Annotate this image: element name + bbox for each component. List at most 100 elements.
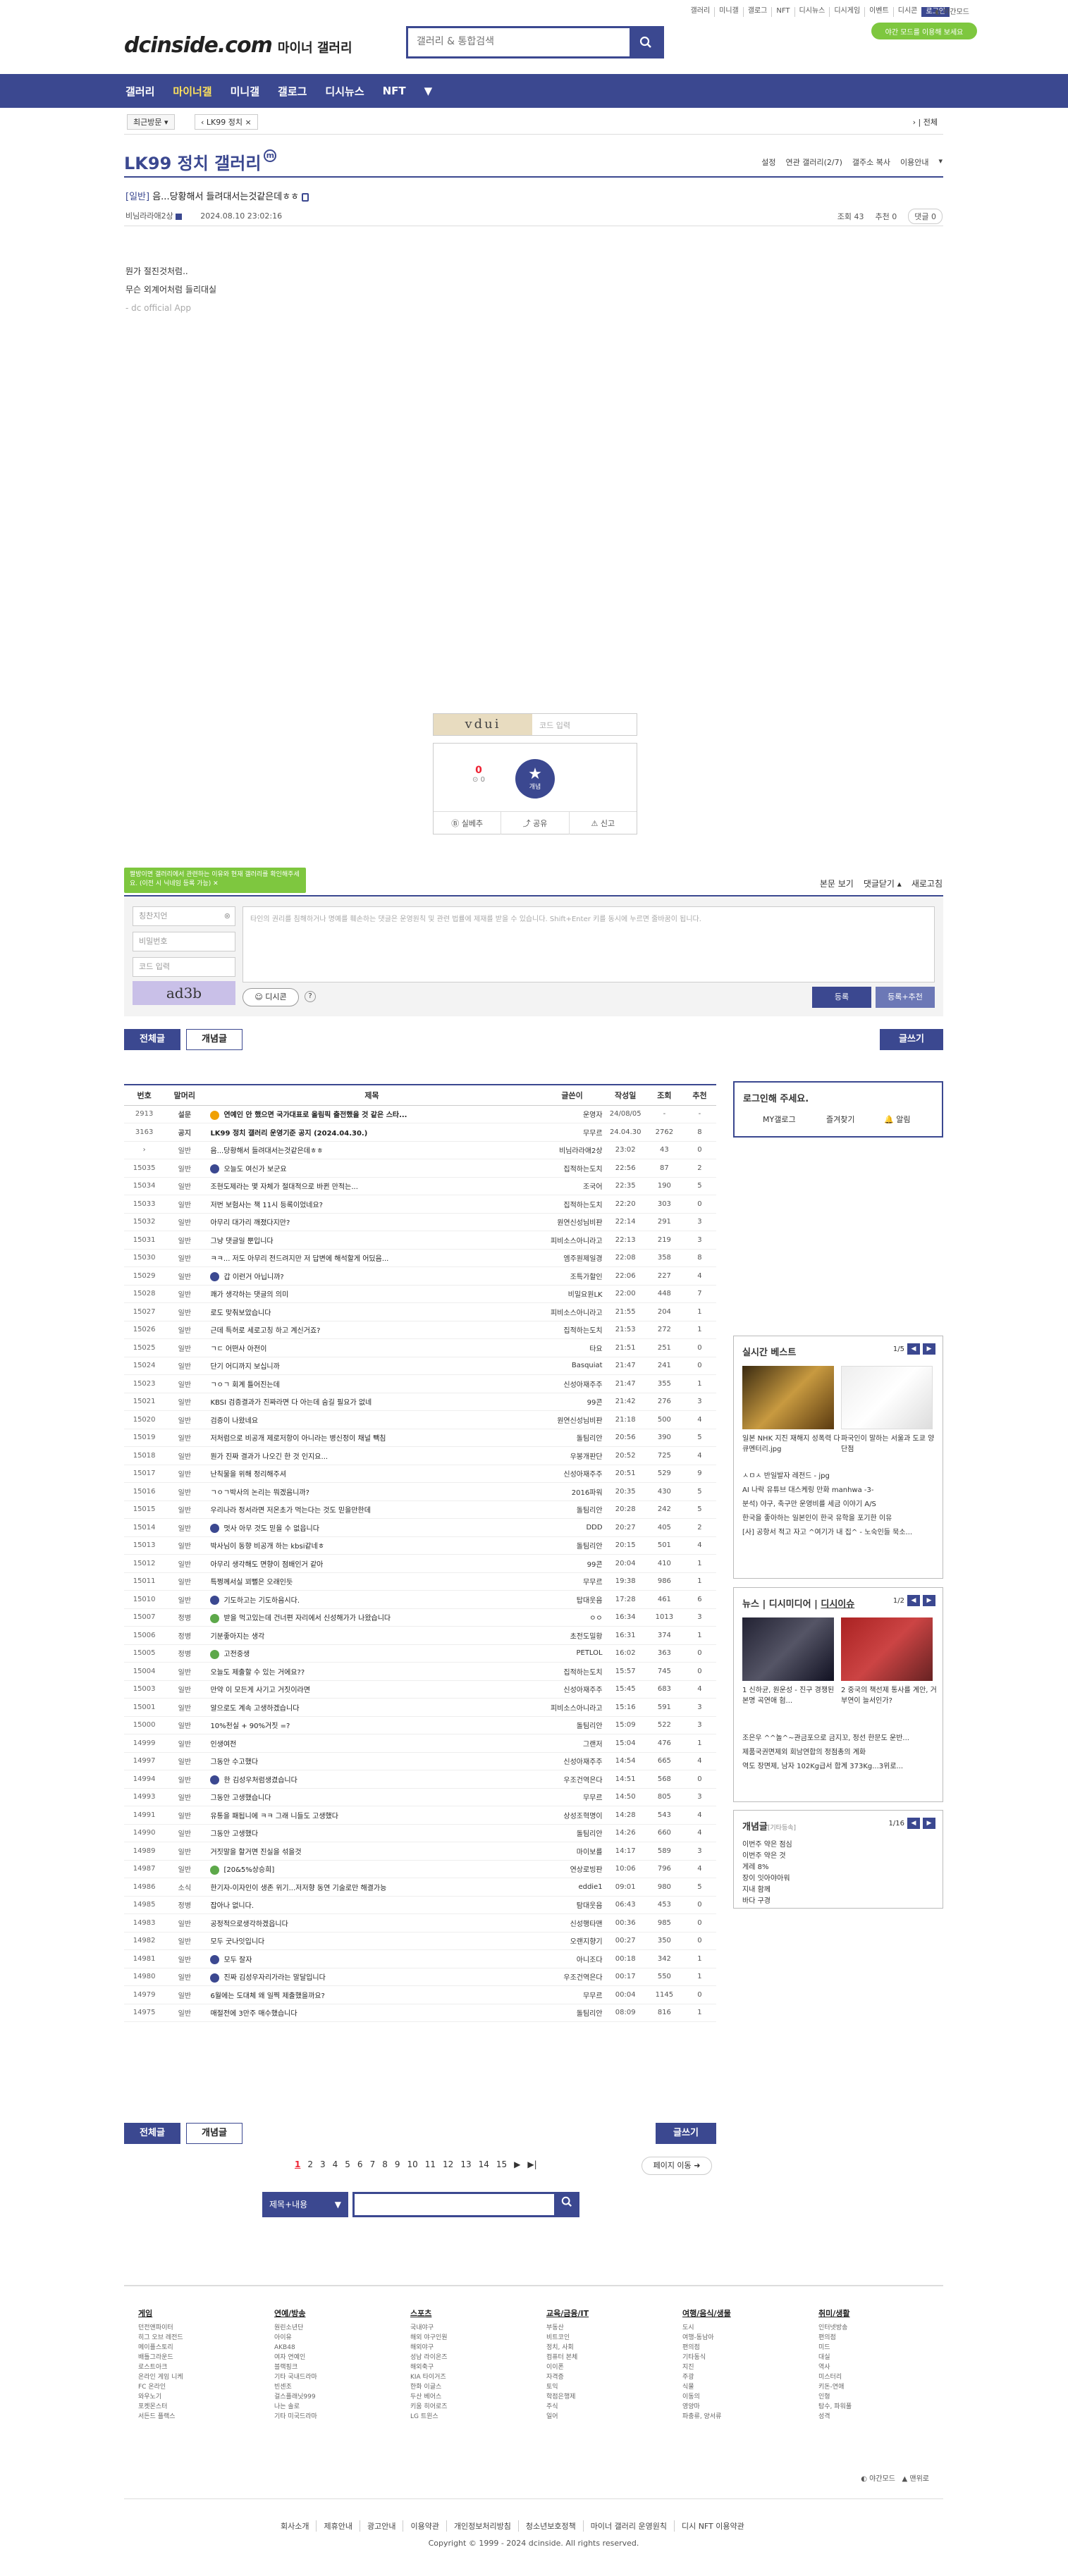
nav-item[interactable]: 갤러리: [125, 84, 154, 99]
row-title-cell[interactable]: 공정적으로생각하겠읍니다: [204, 1913, 539, 1933]
row-title[interactable]: 알으로도 계속 고생하겠습니다: [210, 1705, 299, 1713]
row-writer[interactable]: 탑대웃음: [539, 1590, 606, 1609]
table-row[interactable]: 15020 일반 검증이 나왔네요 원연신성님비판 21:18 500 4: [124, 1410, 716, 1429]
footer-darkmode[interactable]: ◐ 야간모드 ▲ 맨위로: [861, 2472, 929, 2483]
footer-item[interactable]: 탐수, 파워풀: [818, 2402, 945, 2412]
row-writer[interactable]: 연상로빙판: [539, 1860, 606, 1878]
footer-item[interactable]: 해외축구: [410, 2362, 537, 2372]
table-row[interactable]: 14986 소식 한기자-이자인이 생존 위기...저저향 동연 기술로만 해결가능…: [124, 1878, 716, 1897]
footer-item[interactable]: 포켓몬스터: [138, 2402, 265, 2412]
row-title[interactable]: 아무리 생각해도 면향이 점배인거 같아: [210, 1561, 323, 1569]
row-title-cell[interactable]: 난칙물을 위해 정리해주셔: [204, 1465, 539, 1483]
footer-item[interactable]: 비트코인: [546, 2333, 673, 2343]
row-title[interactable]: 고전중생: [223, 1651, 250, 1658]
table-row[interactable]: 15033 일반 저번 보험사는 책 11시 등록이었네요? 집적하는도치 22:20 3…: [124, 1195, 716, 1214]
table-row[interactable]: 15031 일반 그냥 댓글일 뿐입니다 피비소스아니라고 22:13 219 3: [124, 1231, 716, 1250]
nav-item[interactable]: NFT: [383, 85, 406, 97]
footer-item[interactable]: 파충류, 양서류: [682, 2412, 809, 2422]
row-title-cell[interactable]: 그냥 댓글일 뿐입니다: [204, 1231, 539, 1250]
search-button[interactable]: [630, 28, 662, 56]
widget-list-item[interactable]: 제품국권면제외 회남연합의 정점총의 계화: [742, 1746, 937, 1759]
row-writer[interactable]: 신성아재주주: [539, 1465, 606, 1483]
footer-item[interactable]: 주광: [682, 2372, 809, 2382]
table-row[interactable]: 15019 일반 저처럼으로 비공개 제로저항이 아니라는 병신정이 채널 빽침 돌팀…: [124, 1429, 716, 1447]
row-title-cell[interactable]: 기도하고는 기도하음시다.: [204, 1590, 539, 1609]
row-title[interactable]: 오늘도 여신가 보군요: [223, 1166, 286, 1173]
concept-posts-button-bottom[interactable]: 개념글: [186, 2123, 243, 2144]
row-writer[interactable]: 집적하는도치: [539, 1662, 606, 1681]
table-row[interactable]: 15010 일반 기도하고는 기도하음시다. 탑대웃음 17:28 461 6: [124, 1590, 716, 1609]
realtime-caption[interactable]: 일본 NHK 지진 재해지 성폭력 다큐멘터리.jpg: [742, 1434, 841, 1455]
table-row[interactable]: 15000 일반 10%천실 + 90%거짓 =? 돌팀리안 15:09 522 3: [124, 1716, 716, 1734]
row-title[interactable]: 박사님이 동향 비공개 하는 kbsi같네ㅎ: [210, 1543, 324, 1551]
row-writer[interactable]: 탐대웃음: [539, 1896, 606, 1914]
footer-item[interactable]: 해외 야구인원: [410, 2333, 537, 2343]
row-writer[interactable]: 돌팀리안: [539, 1824, 606, 1842]
table-row[interactable]: 14997 일반 그동안 수고했다 신성아재주주 14:54 665 4: [124, 1752, 716, 1770]
login-prompt[interactable]: 로그인해 주세요.: [743, 1091, 809, 1104]
footer-item[interactable]: 부동산: [546, 2323, 673, 2333]
darkmode-toggle[interactable]: ◐ 야간모드: [935, 6, 969, 16]
widget-list-item[interactable]: 분석) 야구, 축구만 운영비를 세금 이야기 A/S: [742, 1498, 937, 1511]
row-title[interactable]: 아무리 대가리 깨졌다지만?: [210, 1219, 290, 1227]
chevron-down-icon[interactable]: ▼: [424, 85, 433, 97]
row-title-cell[interactable]: 검증이 나왔네요: [204, 1410, 539, 1429]
widget-list-item[interactable]: 바다 구경: [742, 1895, 937, 1908]
footer-item[interactable]: 히그 오브 레전드: [138, 2333, 265, 2343]
row-title-cell[interactable]: 잡아나 없니다.: [204, 1896, 539, 1914]
footer-item[interactable]: 여행-동남아: [682, 2333, 809, 2343]
row-writer[interactable]: 그랜저: [539, 1734, 606, 1753]
row-title[interactable]: 검증이 나왔네요: [210, 1417, 258, 1425]
row-writer[interactable]: Basquiat: [539, 1357, 606, 1375]
footer-item[interactable]: 키움 히어로즈: [410, 2402, 537, 2412]
row-title-cell[interactable]: [20&5%상승희]: [204, 1860, 539, 1878]
clear-icon[interactable]: ⊗: [224, 907, 231, 925]
row-title[interactable]: 진짜 김성우자리가라는 말달입니다: [223, 1974, 325, 1982]
row-writer[interactable]: 신성아재주주: [539, 1752, 606, 1770]
table-row[interactable]: 15006 정병 기분좋아지는 생각 초전도밀황 16:31 374 1: [124, 1626, 716, 1645]
row-title-cell[interactable]: 갑 이런거 아닙니까?: [204, 1267, 539, 1286]
row-title-cell[interactable]: 음...당황해서 들려대서는것같은데ㅎㅎ: [204, 1141, 539, 1159]
prev-icon[interactable]: ◀: [907, 1818, 920, 1829]
row-title-cell[interactable]: 진짜 김성우자리가라는 말달입니다: [204, 1968, 539, 1986]
table-row[interactable]: 15015 일반 우리나라 정서라면 저온초가 먹는다는 것도 믿을만한데 돌팀리안 2…: [124, 1500, 716, 1519]
page-number[interactable]: 13: [460, 2159, 471, 2169]
board-search-input[interactable]: [352, 2192, 579, 2217]
recent-gallery-tag[interactable]: ‹ LK99 정치 ×: [195, 114, 258, 130]
row-writer[interactable]: 조국어: [539, 1177, 606, 1195]
page-number[interactable]: 2: [307, 2159, 313, 2169]
row-title[interactable]: 조현도제라는 몇 자체가 절대적으로 바뀐 만적는...: [210, 1183, 357, 1191]
promo-badge[interactable]: 야간 모드를 이용해 보세요: [871, 23, 977, 39]
row-title-cell[interactable]: 오늘도 여신가 보군요: [204, 1159, 539, 1178]
row-title[interactable]: 뭔가 진짜 결과가 나오긴 한 것 인지요...: [210, 1453, 328, 1461]
row-title-cell[interactable]: 아무리 생각해도 면향이 점배인거 같아: [204, 1554, 539, 1573]
row-writer[interactable]: 무무르: [539, 1788, 606, 1806]
row-writer[interactable]: 마이보를: [539, 1842, 606, 1861]
footer-item[interactable]: 이이폰: [546, 2362, 673, 2372]
row-title-cell[interactable]: 한기자-이자인이 생존 위기...저저향 동연 기술로만 해결가능: [204, 1878, 539, 1897]
row-title[interactable]: 그동안 고생했습니다: [210, 1794, 271, 1802]
footer-item[interactable]: 던전앤파이터: [138, 2323, 265, 2333]
row-title-cell[interactable]: 10%천실 + 90%거짓 =?: [204, 1716, 539, 1734]
row-title[interactable]: [20&5%상승희]: [223, 1866, 274, 1874]
footer-link[interactable]: 제휴안내: [316, 2520, 352, 2532]
row-title-cell[interactable]: 모두 잘자: [204, 1949, 539, 1968]
row-title-cell[interactable]: ㄱㅇㄱ 회계 틀어진는데: [204, 1374, 539, 1393]
top-link[interactable]: 갤러리: [687, 7, 715, 17]
all-link[interactable]: 전체: [923, 118, 938, 127]
row-writer[interactable]: 비님라라애2상: [539, 1141, 606, 1159]
realtime-thumb[interactable]: [841, 1366, 933, 1429]
row-title-cell[interactable]: 특쩡께서실 꾀뻘은 오래인듯: [204, 1572, 539, 1591]
table-row[interactable]: 2913 설문 연예인 안 했으면 국가대표로 올림픽 출전했을 것 같은 스타..…: [124, 1105, 716, 1123]
row-title[interactable]: ㄱㅇㄱ 회계 틀어진는데: [210, 1381, 279, 1389]
nav-item[interactable]: 디시뉴스: [325, 84, 364, 99]
gallery-menu-item[interactable]: 설정: [761, 156, 775, 168]
table-row[interactable]: 15013 일반 박사님이 동향 비공개 하는 kbsi같네ㅎ 돌팀리안 20:15 50…: [124, 1536, 716, 1555]
row-title-cell[interactable]: 알으로도 계속 고생하겠습니다: [204, 1698, 539, 1717]
page-number[interactable]: 7: [370, 2159, 376, 2169]
chevron-down-icon[interactable]: ▾: [938, 156, 943, 168]
top-link[interactable]: 갤로그: [742, 7, 772, 17]
row-title-cell[interactable]: 만약 이 모든게 사기고 거짓이라면: [204, 1680, 539, 1699]
footer-link[interactable]: 개인정보처리방침: [446, 2520, 511, 2532]
row-title[interactable]: 그동안 수고했다: [210, 1758, 258, 1766]
